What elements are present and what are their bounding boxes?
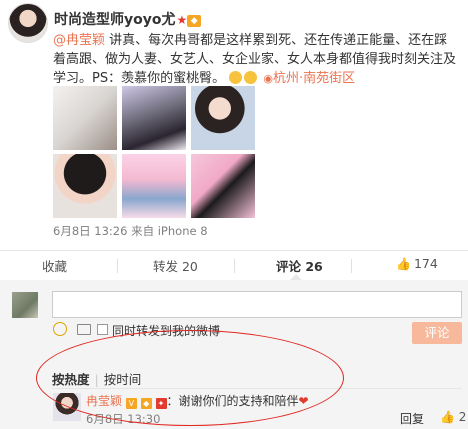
- photo-grid: [53, 86, 255, 218]
- verified-badge-icon: V: [125, 398, 137, 409]
- thumbs-up-icon: 👍: [440, 410, 455, 424]
- emoji-icon: [244, 71, 258, 84]
- also-repost-checkbox[interactable]: [97, 324, 108, 335]
- post-text: @冉莹颖 讲真、每次冉哥都是这样累到死、还在传递正能量、还在踩着高跟、做为人妻、…: [53, 31, 458, 88]
- comment-button[interactable]: 评论 26: [276, 256, 323, 275]
- divider: [234, 259, 235, 273]
- location-icon: ◉: [263, 72, 273, 85]
- emoji-picker-icon[interactable]: [53, 322, 67, 336]
- comment-text: ：谢谢你们的支持和陪伴: [166, 394, 299, 408]
- like-button[interactable]: 👍 174: [396, 256, 438, 271]
- sort-by-time-tab[interactable]: 按时间: [104, 372, 142, 387]
- commenter-name[interactable]: 冉莹颖: [86, 394, 122, 408]
- photo-thumbnail[interactable]: [191, 154, 255, 218]
- action-bar: 收藏 转发 20 评论 26 👍 174: [0, 250, 468, 279]
- comment-like-button[interactable]: 👍 2: [440, 410, 466, 424]
- comment-panel: 同时转发到我的微博 评论 按热度 | 按时间 冉莹颖 V ◆ ✦ ：谢谢你们的支持和陪…: [0, 280, 468, 429]
- photo-thumbnail[interactable]: [53, 154, 117, 218]
- author-avatar[interactable]: [8, 3, 48, 43]
- comment-time: 6月8日 13:30: [86, 412, 161, 426]
- heart-icon: ❤: [298, 394, 309, 408]
- also-repost-label: 同时转发到我的微博: [112, 324, 221, 338]
- level-badge-icon: ◆: [140, 398, 152, 409]
- weibo-post: 时尚造型师yoyo尤★ ◆ @冉莹颖 讲真、每次冉哥都是这样累到死、还在传递正能量…: [0, 0, 468, 248]
- collect-button[interactable]: 收藏: [42, 256, 67, 275]
- author-line: 时尚造型师yoyo尤★ ◆: [54, 9, 202, 29]
- comment-like-count: 2: [458, 410, 467, 424]
- star-icon: ★: [176, 13, 188, 27]
- comment-input[interactable]: [52, 291, 462, 318]
- sort-tabs: 按热度 | 按时间: [52, 369, 141, 388]
- photo-thumbnail[interactable]: [53, 86, 117, 150]
- location-link[interactable]: 杭州·南苑街区: [273, 71, 355, 86]
- mention-link[interactable]: @冉莹颖: [53, 33, 105, 48]
- divider: [117, 259, 118, 273]
- divider: [52, 388, 462, 389]
- divider: [351, 259, 352, 273]
- image-upload-icon[interactable]: [77, 324, 91, 335]
- author-name[interactable]: 时尚造型师yoyo尤: [54, 12, 176, 28]
- user-avatar: [12, 292, 38, 318]
- like-count: 174: [413, 256, 438, 271]
- commenter-avatar[interactable]: [53, 393, 81, 421]
- photo-thumbnail[interactable]: [122, 86, 186, 150]
- sort-by-hot-tab[interactable]: 按热度: [52, 372, 90, 387]
- repost-button[interactable]: 转发 20: [153, 256, 198, 275]
- thumbs-up-icon: 👍: [396, 257, 411, 271]
- emoji-icon: [229, 71, 243, 84]
- comment-line: 冉莹颖 V ◆ ✦ ：谢谢你们的支持和陪伴❤: [86, 392, 309, 409]
- vip-badge-icon: ✦: [155, 398, 167, 409]
- reply-button[interactable]: 回复: [400, 410, 424, 427]
- post-meta: 6月8日 13:26 来自 iPhone 8: [53, 224, 208, 238]
- comment-submit-button[interactable]: 评论: [412, 322, 462, 344]
- photo-thumbnail[interactable]: [191, 86, 255, 150]
- sort-separator: |: [94, 372, 99, 387]
- level-badge-icon: ◆: [187, 15, 202, 27]
- photo-thumbnail[interactable]: [122, 154, 186, 218]
